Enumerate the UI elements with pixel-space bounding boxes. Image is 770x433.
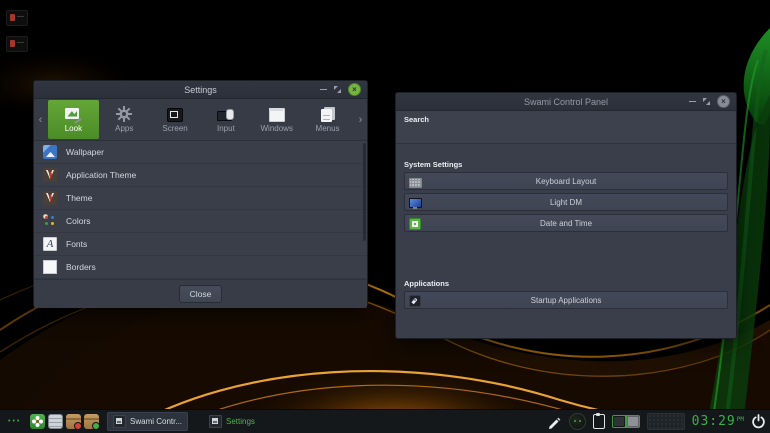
- settings-window: Settings × ‹ Look: [33, 80, 368, 307]
- tab-apps[interactable]: Apps: [99, 100, 150, 139]
- gear-icon: [115, 107, 133, 122]
- file-manager-icon[interactable]: [48, 414, 63, 429]
- taskbar-item-settings[interactable]: Settings: [204, 413, 260, 430]
- clock[interactable]: 03:29 PM: [692, 414, 744, 429]
- desktop-shortcut-2[interactable]: [6, 36, 28, 52]
- launchers: [30, 414, 99, 429]
- list-item-borders[interactable]: Borders: [34, 256, 367, 279]
- shortcut-glyph: [10, 14, 15, 21]
- shortcut-glyph: [10, 40, 15, 47]
- calendar-icon: [409, 218, 421, 230]
- tab-menus[interactable]: Menus: [302, 100, 353, 139]
- search-label: Search: [404, 115, 429, 124]
- window-thumb-icon: [209, 415, 222, 428]
- startup-icon: [409, 295, 421, 307]
- tray-status-icon[interactable]: [569, 413, 586, 430]
- workspace-switcher-empty[interactable]: [647, 413, 685, 430]
- minimize-icon[interactable]: [320, 89, 327, 90]
- power-icon[interactable]: [751, 414, 766, 429]
- list-item-theme[interactable]: Theme: [34, 187, 367, 210]
- settings-bottombar: Close: [34, 279, 367, 308]
- window-thumb-icon: [113, 415, 126, 428]
- list-item-colors[interactable]: Colors: [34, 210, 367, 233]
- window-title: Swami Control Panel: [396, 97, 736, 107]
- section-header-system-settings: System Settings: [404, 160, 462, 169]
- settings-tabbar: ‹ Look Apps: [34, 99, 367, 141]
- tabs: Look Apps Screen: [48, 100, 353, 139]
- close-icon[interactable]: ×: [717, 95, 730, 108]
- shortcut-line: [17, 42, 24, 43]
- package-green-icon[interactable]: [84, 414, 99, 429]
- wallpaper-icon: [42, 144, 58, 160]
- borders-icon: [42, 259, 58, 275]
- display-icon: [409, 197, 421, 209]
- section-header-applications: Applications: [404, 279, 449, 288]
- window-controls: ×: [320, 83, 367, 96]
- app-launcher-icon[interactable]: [30, 414, 45, 429]
- red-badge: [74, 422, 82, 430]
- close-button[interactable]: Close: [179, 285, 223, 303]
- swami-body: Search System Settings Keyboard Layout L…: [396, 111, 736, 339]
- tab-scroll-left-icon[interactable]: ‹: [34, 99, 47, 140]
- taskbar-item-swami[interactable]: Swami Contr...: [107, 412, 188, 431]
- tab-input[interactable]: Input: [200, 100, 251, 139]
- minimize-icon[interactable]: [689, 101, 696, 102]
- suit-icon: [42, 167, 58, 183]
- desktop: Settings × ‹ Look: [0, 0, 770, 433]
- shortcut-line: [17, 16, 24, 17]
- keyboard-layout-button[interactable]: Keyboard Layout: [404, 172, 728, 190]
- light-dm-button[interactable]: Light DM: [404, 193, 728, 211]
- list-item-fonts[interactable]: A Fonts: [34, 233, 367, 256]
- startup-applications-button[interactable]: Startup Applications: [404, 291, 728, 309]
- settings-titlebar[interactable]: Settings ×: [34, 81, 367, 99]
- package-red-icon[interactable]: [66, 414, 81, 429]
- settings-list: Wallpaper Application Theme Theme Colors…: [34, 141, 367, 279]
- taskbar-right: 03:29 PM: [546, 413, 770, 430]
- list-item-application-theme[interactable]: Application Theme: [34, 164, 367, 187]
- input-icon: [217, 107, 235, 122]
- window-title: Settings: [34, 85, 367, 95]
- list-item-wallpaper[interactable]: Wallpaper: [34, 141, 367, 164]
- swami-control-panel-window: Swami Control Panel × Search System Sett…: [395, 92, 737, 339]
- taskbar: ••• Swami Contr... Settings: [0, 409, 770, 433]
- date-and-time-button[interactable]: Date and Time: [404, 214, 728, 232]
- swami-titlebar[interactable]: Swami Control Panel ×: [396, 93, 736, 111]
- restore-icon[interactable]: [334, 86, 341, 93]
- mini-window-2: [627, 416, 639, 427]
- pinwheel-icon: [30, 414, 45, 429]
- scrollbar[interactable]: [363, 143, 366, 241]
- box-flap: [66, 418, 81, 420]
- fonts-icon: A: [42, 236, 58, 252]
- desktop-shortcut-1[interactable]: [6, 10, 28, 26]
- palette-icon: [42, 213, 58, 229]
- tab-screen[interactable]: Screen: [150, 100, 201, 139]
- search-area[interactable]: Search: [396, 111, 736, 144]
- screen-icon: [166, 107, 184, 122]
- tab-scroll-right-icon[interactable]: ›: [354, 99, 367, 140]
- clipboard-icon[interactable]: [593, 414, 605, 429]
- box-flap: [84, 418, 99, 420]
- mini-window-1: [613, 416, 625, 427]
- pencil-icon[interactable]: [546, 414, 562, 430]
- keyboard-icon: [409, 176, 421, 188]
- menu-dots-icon[interactable]: •••: [8, 418, 26, 425]
- tab-look[interactable]: Look: [48, 100, 99, 139]
- tab-windows[interactable]: Windows: [251, 100, 302, 139]
- menus-icon: [319, 107, 337, 122]
- workspace-switcher-active[interactable]: [612, 415, 640, 428]
- green-badge: [92, 422, 100, 430]
- window-controls: ×: [689, 95, 736, 108]
- look-icon: [64, 107, 82, 122]
- restore-icon[interactable]: [703, 98, 710, 105]
- windows-icon: [268, 107, 286, 122]
- suit-icon: [42, 190, 58, 206]
- close-icon[interactable]: ×: [348, 83, 361, 96]
- clip: [596, 413, 600, 416]
